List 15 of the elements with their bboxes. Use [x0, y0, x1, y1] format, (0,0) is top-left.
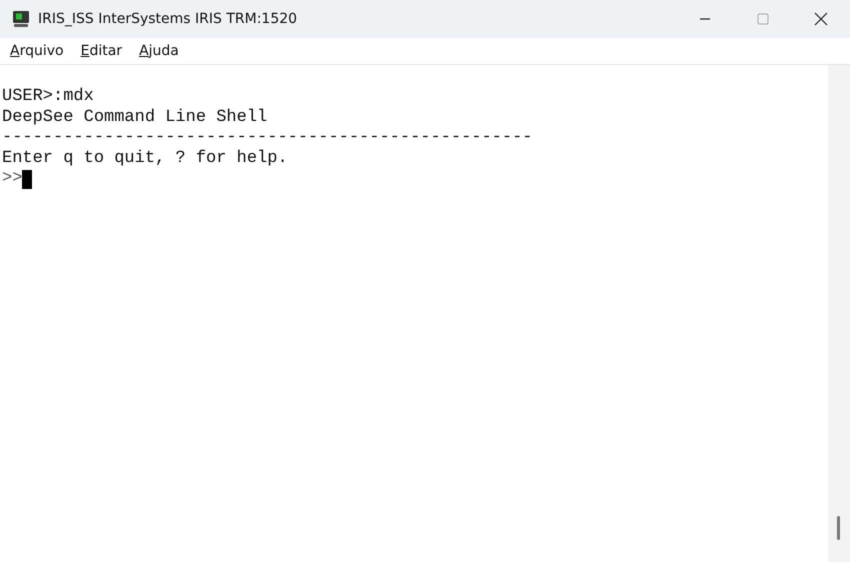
menu-item[interactable]: Editar	[80, 43, 122, 59]
scrollbar-thumb[interactable]	[837, 516, 840, 540]
terminal-line: USER>:mdx	[2, 87, 95, 108]
terminal-icon	[12, 10, 30, 28]
terminal-line: Enter q to quit, ? for help.	[2, 148, 289, 169]
terminal-prompt: >>	[2, 169, 22, 190]
terminal-line: ----------------------------------------------------	[2, 128, 534, 148]
close-icon	[814, 12, 828, 26]
menu-item[interactable]: Ajuda	[139, 43, 179, 59]
window-title: IRIS_ISS InterSystems IRIS TRM:1520	[38, 11, 298, 27]
text-cursor	[22, 170, 32, 189]
terminal-line: DeepSee Command Line Shell	[2, 108, 268, 128]
menu-item[interactable]: Arquivo	[10, 43, 64, 59]
maximize-icon	[757, 13, 769, 25]
scrollbar[interactable]	[828, 65, 850, 562]
